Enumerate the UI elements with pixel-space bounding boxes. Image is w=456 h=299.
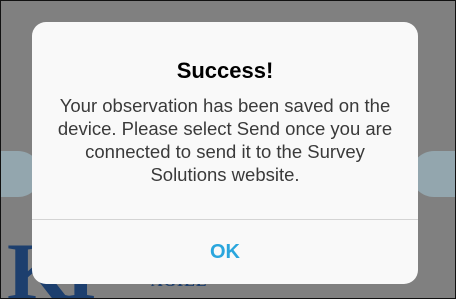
alert-message: Your observation has been saved on the d… bbox=[57, 95, 393, 185]
ok-button[interactable]: OK bbox=[32, 220, 418, 284]
screen: KI AGILE Success! Your observation has b… bbox=[0, 0, 456, 299]
alert-title: Success! bbox=[176, 58, 274, 83]
success-alert-dialog: Success! Your observation has been saved… bbox=[32, 22, 418, 284]
